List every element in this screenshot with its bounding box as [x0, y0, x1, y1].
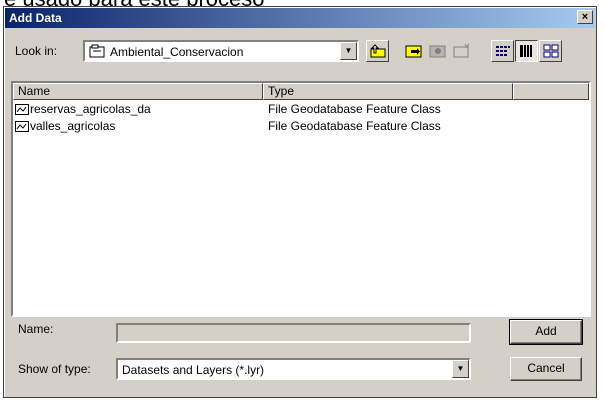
- details-view-button[interactable]: [515, 40, 538, 62]
- new-folder-button[interactable]: [450, 40, 473, 62]
- name-field[interactable]: [116, 323, 471, 343]
- item-name: valles_agricolas: [30, 119, 116, 133]
- item-type: File Geodatabase Feature Class: [268, 119, 441, 133]
- show-of-type-dropdown-button[interactable]: ▼: [452, 360, 469, 378]
- chevron-down-icon: ▼: [456, 364, 465, 373]
- item-type: File Geodatabase Feature Class: [268, 102, 441, 116]
- thumbnails-view-icon: [543, 44, 558, 58]
- look-in-label: Look in:: [15, 44, 58, 58]
- look-in-value: Ambiental_Conservacion: [110, 45, 244, 59]
- feature-class-icon: [15, 104, 29, 115]
- look-in-dropdown[interactable]: Ambiental_Conservacion ▼: [83, 40, 359, 62]
- up-one-level-button[interactable]: [366, 40, 389, 62]
- chevron-down-icon: ▼: [344, 46, 353, 55]
- details-view-icon: [519, 45, 532, 57]
- list-view-button[interactable]: [491, 40, 514, 62]
- look-in-dropdown-button[interactable]: ▼: [340, 42, 357, 60]
- name-label: Name:: [18, 322, 54, 336]
- close-icon: ×: [581, 11, 589, 23]
- show-of-type-value: Datasets and Layers (*.lyr): [122, 363, 265, 377]
- window-title: Add Data: [9, 11, 62, 25]
- show-of-type-dropdown[interactable]: Datasets and Layers (*.lyr) ▼: [116, 358, 471, 380]
- file-list[interactable]: Name Type reservas_agricolas_da File Geo…: [11, 81, 591, 317]
- column-header-type[interactable]: Type: [263, 83, 513, 100]
- show-of-type-label: Show of type:: [18, 362, 91, 376]
- up-one-level-icon: [370, 44, 385, 58]
- thumbnails-view-button[interactable]: [539, 40, 562, 62]
- list-item[interactable]: valles_agricolas File Geodatabase Featur…: [15, 118, 441, 135]
- cancel-button[interactable]: Cancel: [510, 357, 582, 381]
- title-bar[interactable]: Add Data ×: [5, 8, 595, 28]
- list-item[interactable]: reservas_agricolas_da File Geodatabase F…: [15, 101, 441, 118]
- connect-to-folder-button[interactable]: [402, 40, 425, 62]
- folder-icon: [89, 44, 105, 58]
- disconnect-from-folder-button[interactable]: [426, 40, 449, 62]
- column-header-name[interactable]: Name: [13, 83, 263, 100]
- column-header-empty: [513, 83, 589, 100]
- connect-to-folder-icon: [405, 45, 421, 58]
- disconnect-from-folder-icon: [429, 45, 445, 58]
- add-data-dialog: Add Data × Look in: Ambiental_Conservaci…: [3, 6, 597, 398]
- add-button[interactable]: Add: [509, 319, 583, 345]
- item-name: reservas_agricolas_da: [30, 102, 151, 116]
- list-view-icon: [495, 46, 510, 56]
- new-folder-icon: [453, 43, 469, 58]
- feature-class-icon: [15, 121, 29, 132]
- close-button[interactable]: ×: [577, 10, 593, 24]
